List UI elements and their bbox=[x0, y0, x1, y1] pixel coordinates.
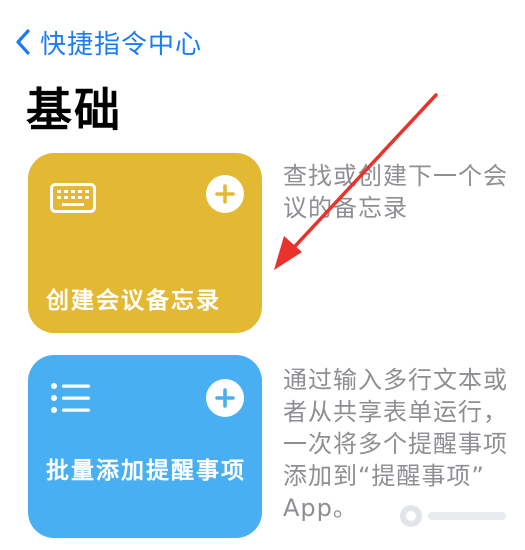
shortcut-description: 查找或创建下一个会议的备忘录 bbox=[283, 162, 508, 222]
chevron-left-icon bbox=[16, 29, 30, 55]
add-shortcut-button[interactable] bbox=[206, 175, 244, 213]
shortcut-title: 批量添加提醒事项 bbox=[46, 458, 246, 484]
shortcut-card-batch-add-reminders[interactable]: 批量添加提醒事项 bbox=[28, 355, 262, 538]
page-title: 基础 bbox=[26, 83, 122, 137]
plus-icon bbox=[215, 388, 235, 408]
back-button[interactable]: 快捷指令中心 bbox=[14, 22, 202, 62]
shortcut-title: 创建会议备忘录 bbox=[46, 288, 221, 314]
keyboard-icon bbox=[50, 183, 96, 213]
list-icon bbox=[51, 383, 90, 413]
watermark bbox=[400, 500, 518, 532]
watermark-logo-icon bbox=[400, 505, 422, 527]
shortcut-card-create-meeting-note[interactable]: 创建会议备忘录 bbox=[28, 153, 262, 333]
add-shortcut-button[interactable] bbox=[206, 379, 244, 417]
plus-icon bbox=[215, 184, 235, 204]
back-label: 快捷指令中心 bbox=[40, 29, 203, 60]
watermark-text-mark bbox=[428, 512, 506, 520]
